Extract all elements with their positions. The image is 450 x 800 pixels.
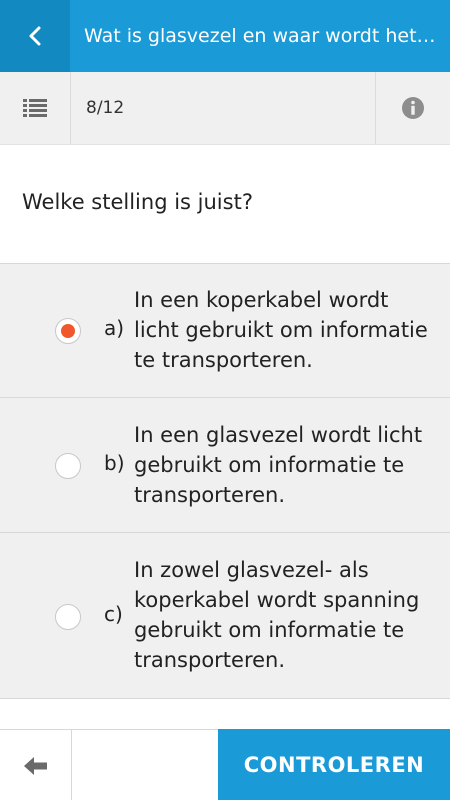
answer-option-c[interactable]: c) In zowel glasvezel- als koperkabel wo… bbox=[0, 533, 450, 699]
option-text-line: In een koperkabel wordt bbox=[134, 288, 389, 312]
question-text: Welke stelling is juist? bbox=[22, 190, 253, 214]
info-icon bbox=[402, 97, 424, 119]
answer-option-a[interactable]: a) In een koperkabel wordt licht gebruik… bbox=[0, 264, 450, 398]
option-letter: b) bbox=[104, 451, 125, 475]
option-text-line: licht gebruikt om informatie bbox=[134, 318, 428, 342]
option-letter: a) bbox=[104, 316, 125, 340]
question-counter: 8/12 bbox=[86, 98, 125, 118]
bottom-bar: CONTROLEREN bbox=[0, 729, 450, 800]
option-text-line: gebruikt om informatie te bbox=[134, 453, 405, 477]
overview-button[interactable] bbox=[0, 72, 71, 144]
chevron-left-icon bbox=[29, 26, 41, 46]
answer-options: a) In een koperkabel wordt licht gebruik… bbox=[0, 263, 450, 699]
list-icon bbox=[23, 99, 47, 117]
page-title: Wat is glasvezel en waar wordt het… bbox=[84, 25, 434, 47]
option-text-line: transporteren. bbox=[134, 483, 286, 507]
option-text-line: In een glasvezel wordt licht bbox=[134, 423, 423, 447]
option-text: In een koperkabel wordt licht gebruikt o… bbox=[134, 285, 434, 375]
option-text-line: te transporteren. bbox=[134, 348, 313, 372]
option-text-line: gebruikt om informatie te bbox=[134, 618, 405, 642]
option-text: In een glasvezel wordt licht gebruikt om… bbox=[134, 420, 434, 510]
answer-option-b[interactable]: b) In een glasvezel wordt licht gebruikt… bbox=[0, 398, 450, 533]
radio-button[interactable] bbox=[55, 453, 81, 479]
option-text-line: koperkabel wordt spanning bbox=[134, 588, 420, 612]
info-button[interactable] bbox=[375, 72, 450, 144]
back-button[interactable] bbox=[0, 0, 70, 72]
app-header: Wat is glasvezel en waar wordt het… bbox=[0, 0, 450, 72]
quiz-screen: Wat is glasvezel en waar wordt het… 8/12 bbox=[0, 0, 450, 800]
previous-button[interactable] bbox=[0, 730, 72, 800]
arrow-left-icon bbox=[23, 756, 47, 775]
option-letter: c) bbox=[104, 602, 123, 626]
option-text: In zowel glasvezel- als koperkabel wordt… bbox=[134, 555, 434, 675]
question-toolbar: 8/12 bbox=[0, 72, 450, 145]
option-text-line: In zowel glasvezel- als bbox=[134, 558, 369, 582]
option-text-line: transporteren. bbox=[134, 648, 286, 672]
radio-button[interactable] bbox=[55, 604, 81, 630]
radio-button-selected[interactable] bbox=[55, 318, 81, 344]
check-button[interactable]: CONTROLEREN bbox=[218, 729, 450, 800]
